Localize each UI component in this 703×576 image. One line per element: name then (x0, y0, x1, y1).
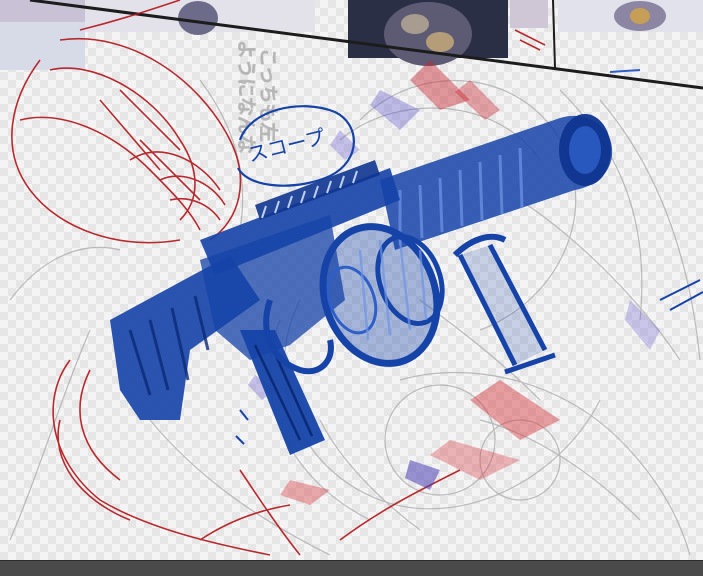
status-bar (0, 560, 703, 576)
reference-photo-strip (0, 0, 703, 90)
artwork: こっちも左 ようになんな スコープ (0, 0, 703, 556)
drawing-canvas[interactable]: こっちも左 ようになんな スコープ (0, 0, 703, 560)
handwritten-note-2: ようになんな (235, 40, 257, 154)
blue-grenade-launcher-inking: スコープ (110, 69, 703, 455)
handwritten-note-1: こっちも左 (257, 48, 279, 142)
